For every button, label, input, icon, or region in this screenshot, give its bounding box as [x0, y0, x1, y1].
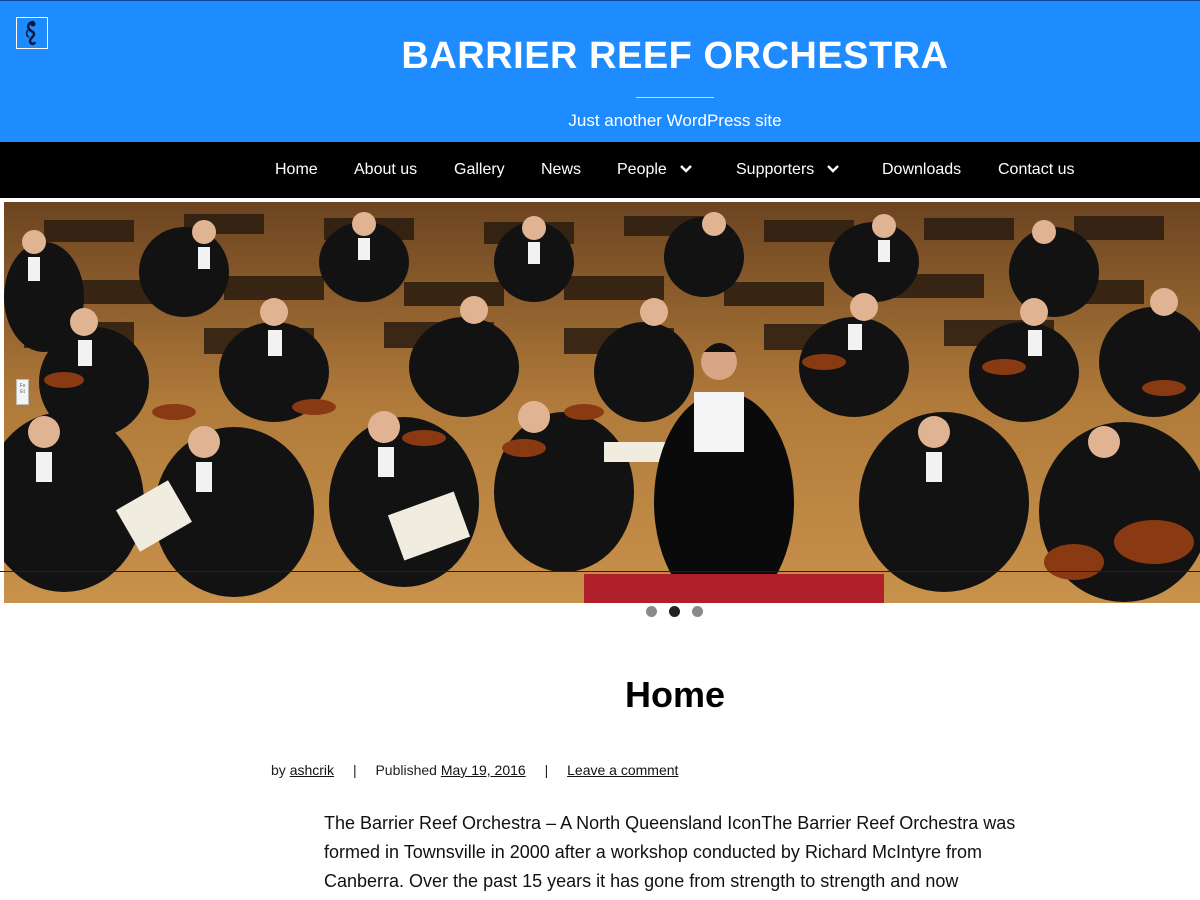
meta-separator: |: [544, 762, 549, 778]
nav-item-people[interactable]: People: [617, 142, 693, 198]
chevron-down-icon[interactable]: [826, 144, 840, 173]
nav-item-home[interactable]: Home: [275, 142, 318, 198]
nav-label: About us: [354, 161, 418, 178]
seahorse-logo-icon[interactable]: [16, 17, 48, 49]
nav-label: Contact us: [998, 161, 1075, 178]
meta-published-label: Published: [375, 762, 437, 778]
hero-side-tab[interactable]: Fo Et: [16, 379, 29, 405]
title-divider: [636, 97, 714, 98]
nav-item-contact-us[interactable]: Contact us: [998, 142, 1074, 198]
site-title[interactable]: BARRIER REEF ORCHESTRA: [150, 35, 1200, 78]
meta-by-label: by: [271, 762, 286, 778]
date-link[interactable]: May 19, 2016: [441, 762, 526, 778]
nav-label: Supporters: [736, 161, 815, 178]
slider-dot-3[interactable]: [692, 606, 703, 617]
site-tagline: Just another WordPress site: [568, 111, 782, 130]
nav-item-gallery[interactable]: Gallery: [454, 142, 505, 198]
nav-label: Home: [275, 161, 318, 178]
nav-label: News: [541, 161, 582, 178]
nav-label: People: [617, 161, 667, 178]
page-content: The Barrier Reef Orchestra – A North Que…: [324, 809, 1044, 896]
main-navigation: Home About us Gallery News People Suppor…: [0, 142, 1200, 198]
leave-comment-link[interactable]: Leave a comment: [567, 762, 678, 778]
chevron-down-icon[interactable]: [679, 144, 693, 173]
nav-item-downloads[interactable]: Downloads: [882, 142, 961, 198]
post-meta: by ashcrik | Published May 19, 2016 | Le…: [271, 762, 678, 778]
page-title: Home: [624, 674, 726, 715]
hero-slider-image[interactable]: [4, 202, 1200, 603]
content-line: The Barrier Reef Orchestra – A North Que…: [324, 813, 1016, 833]
nav-item-supporters[interactable]: Supporters: [736, 142, 840, 198]
nav-item-about-us[interactable]: About us: [354, 142, 417, 198]
slider-dot-1[interactable]: [646, 606, 657, 617]
slider-dot-2[interactable]: [669, 606, 680, 617]
nav-label: Downloads: [882, 161, 962, 178]
site-header: BARRIER REEF ORCHESTRA Just another Word…: [0, 0, 1200, 142]
content-line: formed in Townsville in 2000 after a wor…: [324, 842, 982, 862]
nav-label: Gallery: [454, 161, 505, 178]
meta-separator: |: [352, 762, 357, 778]
content-line: Canberra. Over the past 15 years it has …: [324, 871, 959, 891]
hero-divider-line: [0, 571, 1200, 572]
author-link[interactable]: ashcrik: [290, 762, 334, 778]
nav-item-news[interactable]: News: [541, 142, 581, 198]
